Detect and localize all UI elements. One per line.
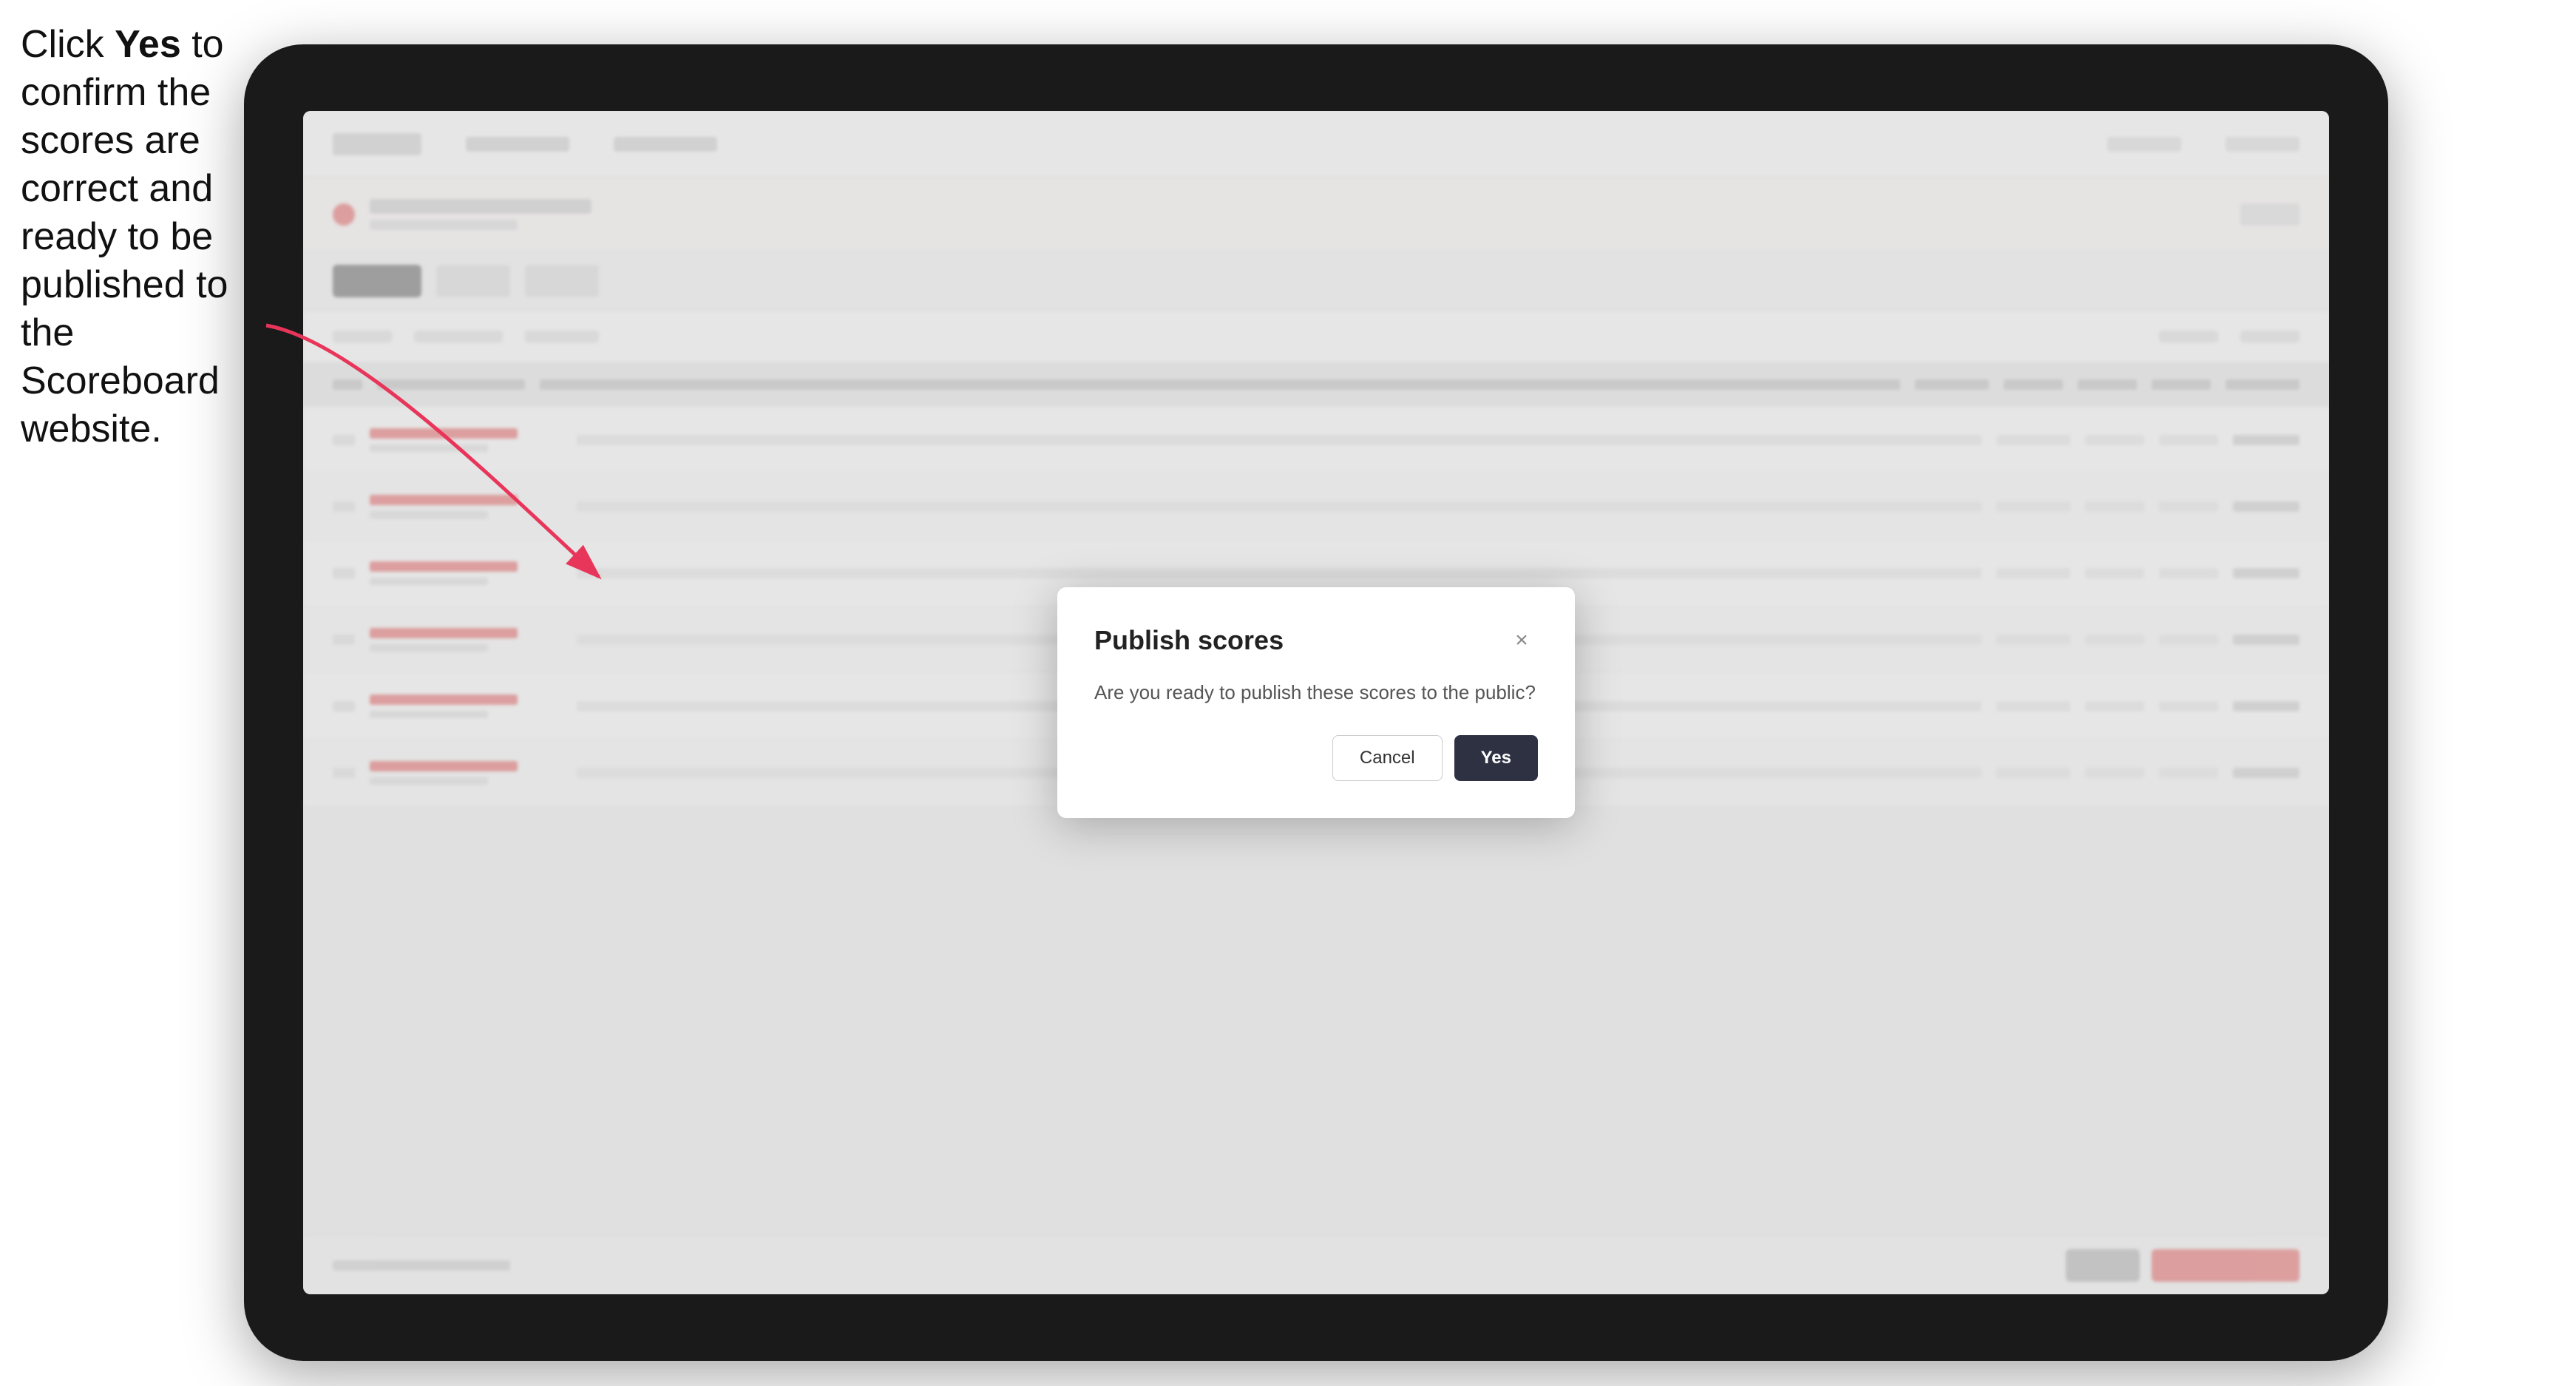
modal-footer: Cancel Yes — [1094, 735, 1538, 781]
yes-emphasis: Yes — [115, 23, 181, 66]
instruction-text: Click Yes to confirm the scores are corr… — [21, 21, 235, 453]
yes-button[interactable]: Yes — [1454, 735, 1538, 781]
tablet-frame: Publish scores × Are you ready to publis… — [244, 44, 2388, 1361]
tablet-screen: Publish scores × Are you ready to publis… — [303, 111, 2329, 1294]
modal-overlay: Publish scores × Are you ready to publis… — [303, 111, 2329, 1294]
modal-header: Publish scores × — [1094, 624, 1538, 657]
modal-title: Publish scores — [1094, 625, 1284, 656]
publish-scores-dialog: Publish scores × Are you ready to publis… — [1057, 587, 1575, 818]
modal-body-text: Are you ready to publish these scores to… — [1094, 679, 1538, 706]
cancel-button[interactable]: Cancel — [1332, 735, 1443, 781]
modal-close-button[interactable]: × — [1505, 624, 1538, 657]
